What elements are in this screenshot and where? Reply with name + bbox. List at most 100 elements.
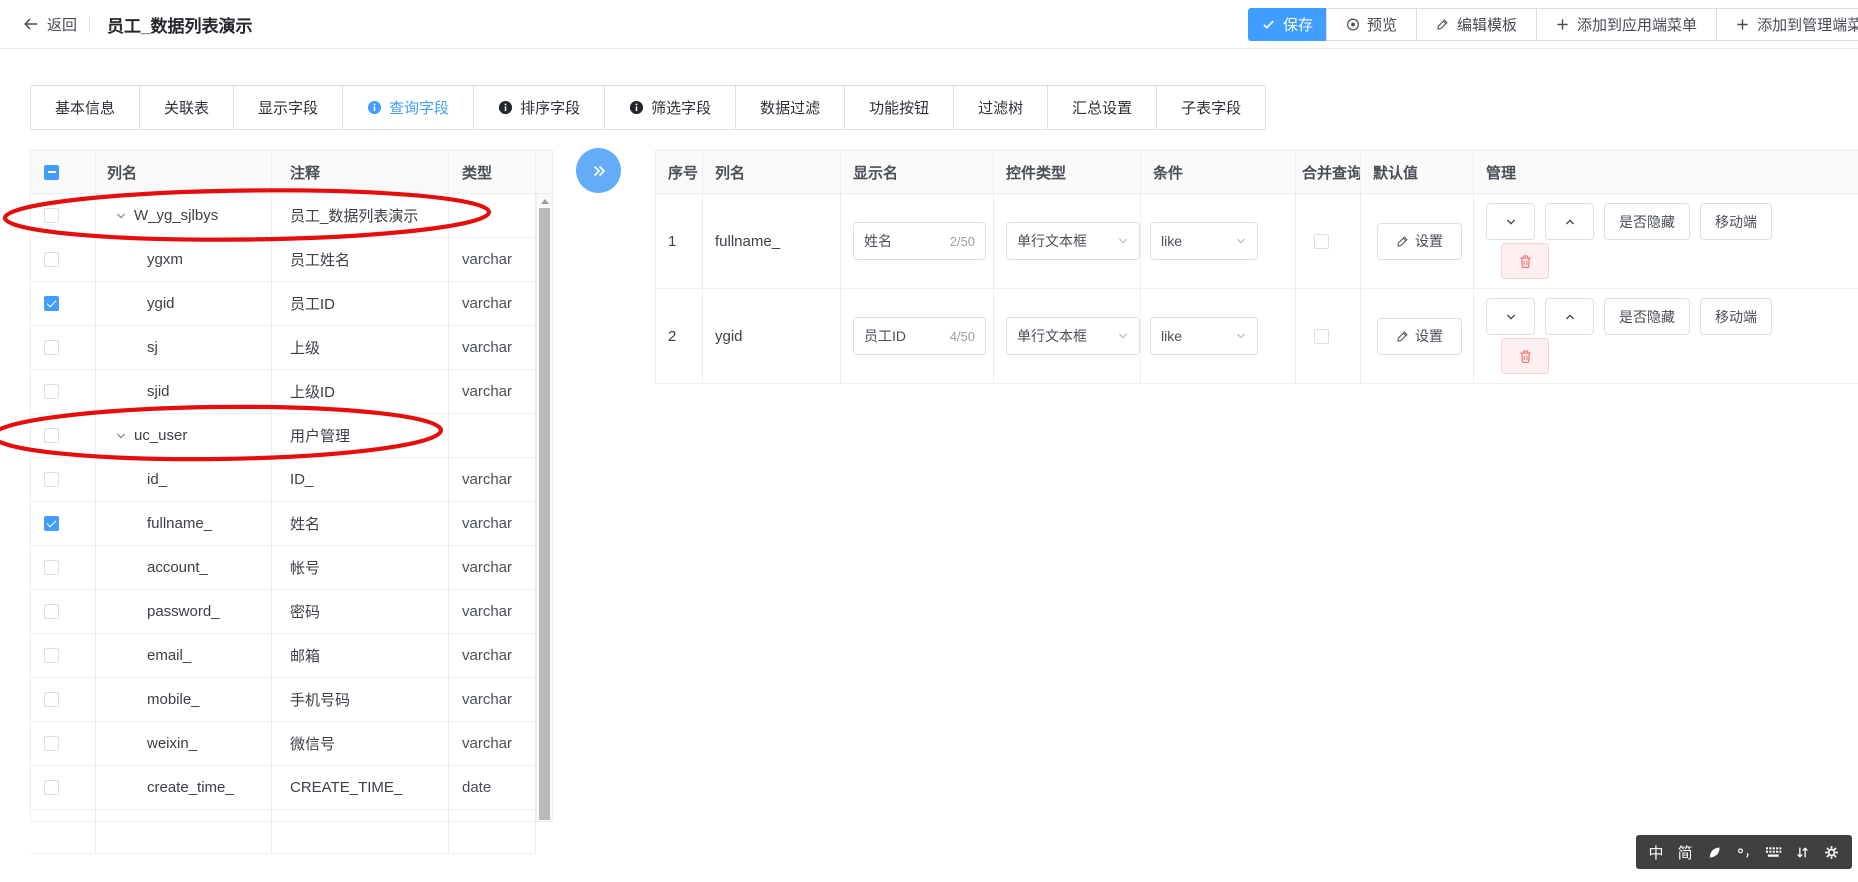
move-down-button[interactable] — [1486, 298, 1535, 335]
save-button[interactable]: 保存 — [1248, 8, 1328, 41]
chevron-down-icon — [1117, 235, 1129, 247]
query-table-header: 序号 列名 显示名 控件类型 条件 合并查询 默认值 管理 — [656, 151, 1858, 194]
tab-filter-fields[interactable]: 筛选字段 — [604, 85, 737, 130]
char-counter: 2/50 — [949, 233, 975, 249]
settings-gear-icon[interactable] — [1824, 845, 1840, 860]
display-name-input-box: 2/50 — [853, 222, 986, 260]
trash-icon — [1518, 254, 1533, 269]
row-checkbox[interactable] — [44, 692, 59, 707]
control-type-select[interactable]: 单行文本框 — [1006, 222, 1140, 260]
display-name-input-box: 4/50 — [853, 317, 986, 355]
move-up-button[interactable] — [1545, 298, 1594, 335]
header-control: 控件类型 — [994, 151, 1141, 194]
display-name-input[interactable] — [864, 328, 930, 344]
chevron-up-icon — [1564, 311, 1576, 323]
row-checkbox[interactable] — [44, 252, 59, 267]
tab-data-filter[interactable]: 数据过滤 — [735, 85, 846, 130]
preview-button[interactable]: 预览 — [1326, 8, 1418, 41]
edit-template-button[interactable]: 编辑模板 — [1416, 8, 1538, 41]
row-checkbox[interactable] — [44, 516, 59, 531]
display-name-input[interactable] — [864, 233, 930, 249]
toggle-hidden-button[interactable]: 是否隐藏 — [1604, 203, 1690, 240]
punctuation-icon[interactable] — [1735, 845, 1751, 860]
tab-label: 子表字段 — [1181, 100, 1242, 117]
row-checkbox[interactable] — [44, 648, 59, 663]
column-type: varchar — [449, 370, 536, 414]
select-all-checkbox[interactable] — [44, 164, 59, 180]
source-table-row: password_ 密码 varchar — [31, 590, 536, 634]
mobile-button[interactable]: 移动端 — [1700, 298, 1772, 335]
merge-query-checkbox[interactable] — [1314, 328, 1329, 344]
column-type: varchar — [449, 546, 536, 590]
default-value-set-button[interactable]: 设置 — [1377, 317, 1462, 355]
expand-chevron-icon[interactable] — [115, 430, 127, 442]
delete-button[interactable] — [1501, 338, 1549, 374]
back-label: 返回 — [47, 16, 78, 34]
column-header-comment: 注释 — [272, 151, 449, 194]
condition-select[interactable]: like — [1150, 317, 1258, 355]
column-name-cell: fullname_ — [96, 502, 272, 546]
column-comment: 员工姓名 — [272, 238, 449, 282]
source-table-row: ygxm 员工姓名 varchar — [31, 238, 536, 282]
input-switch-icon[interactable] — [1795, 845, 1811, 860]
column-header-name: 列名 — [96, 151, 272, 194]
column-name-cell: email_ — [96, 634, 272, 678]
row-checkbox-cell — [31, 766, 96, 810]
row-checkbox[interactable] — [44, 296, 59, 311]
transfer-button[interactable] — [576, 148, 621, 193]
row-checkbox[interactable] — [44, 560, 59, 575]
tab-subtable-fields[interactable]: 子表字段 — [1156, 85, 1267, 130]
move-up-button[interactable] — [1545, 203, 1594, 240]
row-checkbox[interactable] — [44, 604, 59, 619]
add-to-admin-menu-button[interactable]: 添加到管理端菜单 — [1716, 8, 1858, 41]
control-type-select[interactable]: 单行文本框 — [1006, 317, 1140, 355]
toggle-hidden-button[interactable]: 是否隐藏 — [1604, 298, 1690, 335]
add-to-app-menu-button[interactable]: 添加到应用端菜单 — [1536, 8, 1718, 41]
default-value-set-button[interactable]: 设置 — [1377, 222, 1462, 260]
row-checkbox[interactable] — [44, 736, 59, 751]
pen-icon[interactable] — [1706, 845, 1722, 860]
row-checkbox[interactable] — [44, 472, 59, 487]
ime-simplified-mode[interactable]: 简 — [1677, 842, 1693, 863]
mobile-button[interactable]: 移动端 — [1700, 203, 1772, 240]
tab-display-fields[interactable]: 显示字段 — [233, 85, 344, 130]
column-type: varchar — [449, 590, 536, 634]
expand-chevron-icon[interactable] — [115, 210, 127, 222]
condition-select[interactable]: like — [1150, 222, 1258, 260]
column-type: date — [449, 766, 536, 810]
ime-chinese-mode[interactable]: 中 — [1648, 842, 1664, 863]
row-checkbox[interactable] — [44, 428, 59, 443]
column-comment: 姓名 — [272, 502, 449, 546]
tab-basic-info[interactable]: 基本信息 — [30, 85, 141, 130]
back-button[interactable]: 返回 — [23, 0, 77, 48]
tab-summary-settings[interactable]: 汇总设置 — [1047, 85, 1158, 130]
tab-query-fields[interactable]: 查询字段 — [342, 85, 475, 130]
scrollbar[interactable] — [536, 194, 552, 821]
row-checkbox[interactable] — [44, 340, 59, 355]
button-label: 添加到应用端菜单 — [1577, 17, 1698, 34]
tab-label: 基本信息 — [55, 100, 116, 117]
column-name: sjid — [147, 383, 170, 400]
tab-label: 查询字段 — [389, 100, 450, 117]
column-type — [449, 414, 536, 458]
tab-function-buttons[interactable]: 功能按钮 — [844, 85, 955, 130]
row-index: 2 — [656, 289, 703, 384]
row-checkbox[interactable] — [44, 384, 59, 399]
pencil-icon — [1396, 330, 1409, 343]
column-comment: 用户管理 — [272, 414, 449, 458]
row-checkbox[interactable] — [44, 208, 59, 223]
delete-button[interactable] — [1501, 243, 1549, 279]
tab-filter-tree[interactable]: 过滤树 — [953, 85, 1049, 130]
move-down-button[interactable] — [1486, 203, 1535, 240]
column-name-cell: create_time_ — [96, 766, 272, 810]
keyboard-icon[interactable] — [1765, 846, 1782, 859]
scrollbar-thumb[interactable] — [539, 208, 550, 820]
button-label: 保存 — [1283, 17, 1314, 34]
tab-sort-fields[interactable]: 排序字段 — [473, 85, 606, 130]
tab-relation-table[interactable]: 关联表 — [139, 85, 235, 130]
row-checkbox-cell — [31, 414, 96, 458]
merge-query-checkbox[interactable] — [1314, 233, 1329, 249]
row-checkbox[interactable] — [44, 780, 59, 795]
scrollbar-up-arrow-icon[interactable] — [541, 199, 549, 204]
display-name-cell: 4/50 — [841, 289, 994, 384]
